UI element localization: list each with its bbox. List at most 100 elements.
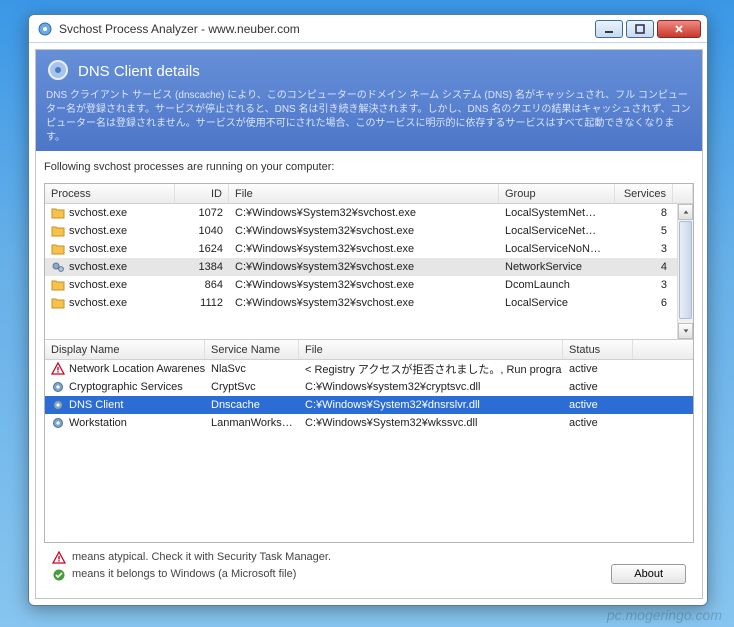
process-name: svchost.exe [69,243,127,255]
client-area: DNS Client details DNS クライアント サービス (dnsc… [29,43,707,605]
process-group: DcomLaunch [499,279,615,291]
col-group[interactable]: Group [499,184,615,203]
service-list[interactable]: Display Name Service Name File Status Ne… [45,339,693,542]
process-services: 5 [615,225,673,237]
legend-microsoft: means it belongs to Windows (a Microsoft… [72,566,296,584]
service-name: LanmanWorks… [205,417,299,429]
service-file: C:¥Windows¥System32¥wkssvc.dll [299,417,563,429]
process-file: C:¥Windows¥system32¥svchost.exe [229,297,499,309]
close-button[interactable] [657,20,701,38]
col-id[interactable]: ID [175,184,229,203]
watermark: pc.mogeringo.com [607,607,722,623]
service-status: active [563,399,633,411]
process-group: LocalServiceNet… [499,225,615,237]
process-columns[interactable]: Process ID File Group Services [45,184,693,204]
process-row[interactable]: svchost.exe864C:¥Windows¥system32¥svchos… [45,276,693,294]
gear-icon [51,416,65,430]
details-title: DNS Client details [78,63,200,80]
process-scrollbar[interactable] [677,204,693,339]
service-columns[interactable]: Display Name Service Name File Status [45,340,693,360]
process-file: C:¥Windows¥System32¥svchost.exe [229,207,499,219]
service-display-name: Cryptographic Services [69,381,183,393]
col-status[interactable]: Status [563,340,633,359]
process-name: svchost.exe [69,225,127,237]
process-row[interactable]: svchost.exe 1112C:¥Windows¥system32¥svcho… [45,294,693,312]
service-status: active [563,381,633,393]
main-panel: DNS Client details DNS クライアント サービス (dnsc… [35,49,703,599]
process-name: svchost.exe [69,279,127,291]
col-services[interactable]: Services [615,184,673,203]
legend: means atypical. Check it with Security T… [52,549,331,584]
warning-icon [52,551,66,565]
app-window: Svchost Process Analyzer - www.neuber.co… [28,14,708,606]
process-id: 1624 [175,243,229,255]
window-title: Svchost Process Analyzer - www.neuber.co… [59,22,589,36]
gears-icon [51,260,65,274]
service-gear-icon [46,58,70,85]
process-name: svchost.exe [69,261,127,273]
process-services: 3 [615,279,673,291]
details-header: DNS Client details DNS クライアント サービス (dnsc… [36,50,702,151]
ok-icon [52,568,66,582]
folder-icon [51,296,65,310]
process-group: LocalServiceNoN… [499,243,615,255]
service-row[interactable]: Workstation LanmanWorks…C:¥Windows¥System… [45,414,693,432]
body: Following svchost processes are running … [36,151,702,598]
service-display-name: Workstation [69,417,127,429]
service-name: Dnscache [205,399,299,411]
service-name: NlaSvc [205,363,299,375]
col-file[interactable]: File [229,184,499,203]
scroll-up-button[interactable] [678,204,693,220]
service-file: < Registry アクセスが拒否されました。, Run progra… [299,361,563,377]
legend-atypical: means atypical. Check it with Security T… [72,549,331,567]
process-id: 1384 [175,261,229,273]
col-spacer [673,184,693,203]
process-row[interactable]: svchost.exe1384C:¥Windows¥system32¥svcho… [45,258,693,276]
scroll-thumb[interactable] [679,221,692,319]
app-icon [37,21,53,37]
folder-icon [51,242,65,256]
process-name: svchost.exe [69,297,127,309]
minimize-button[interactable] [595,20,623,38]
folder-icon [51,278,65,292]
process-row[interactable]: svchost.exe 1624C:¥Windows¥system32¥svcho… [45,240,693,258]
maximize-button[interactable] [626,20,654,38]
process-services: 3 [615,243,673,255]
service-display-name: DNS Client [69,399,123,411]
gear-icon [51,380,65,394]
details-description: DNS クライアント サービス (dnscache) により、このコンピューター… [46,89,692,145]
process-file: C:¥Windows¥system32¥svchost.exe [229,243,499,255]
process-group: LocalService [499,297,615,309]
process-list[interactable]: Process ID File Group Services svchost.e… [45,184,693,339]
process-name: svchost.exe [69,207,127,219]
gear-icon [51,398,65,412]
service-file: C:¥Windows¥system32¥cryptsvc.dll [299,381,563,393]
service-row[interactable]: DNS ClientDnscacheC:¥Windows¥System32¥dn… [45,396,693,414]
process-group: LocalSystemNet… [499,207,615,219]
process-row[interactable]: svchost.exe 1040C:¥Windows¥system32¥svcho… [45,222,693,240]
scroll-down-button[interactable] [678,323,693,339]
process-row[interactable]: svchost.exe1072C:¥Windows¥System32¥svcho… [45,204,693,222]
process-id: 1112 [175,297,229,309]
service-row[interactable]: Network Location AwarenessNlaSvc< Regist… [45,360,693,378]
process-services: 8 [615,207,673,219]
process-id: 864 [175,279,229,291]
titlebar[interactable]: Svchost Process Analyzer - www.neuber.co… [29,15,707,43]
process-id: 1040 [175,225,229,237]
window-buttons [595,20,701,38]
about-button[interactable]: About [611,564,686,584]
folder-icon [51,206,65,220]
process-file: C:¥Windows¥system32¥svchost.exe [229,225,499,237]
service-status: active [563,363,633,375]
process-services: 4 [615,261,673,273]
col-servicefile[interactable]: File [299,340,563,359]
col-process[interactable]: Process [45,184,175,203]
footer: means atypical. Check it with Security T… [44,543,694,592]
col-servicename[interactable]: Service Name [205,340,299,359]
service-row[interactable]: Cryptographic Services CryptSvcC:¥Windows… [45,378,693,396]
process-services: 6 [615,297,673,309]
col-displayname[interactable]: Display Name [45,340,205,359]
folder-icon [51,224,65,238]
warn-icon [51,362,65,376]
service-name: CryptSvc [205,381,299,393]
